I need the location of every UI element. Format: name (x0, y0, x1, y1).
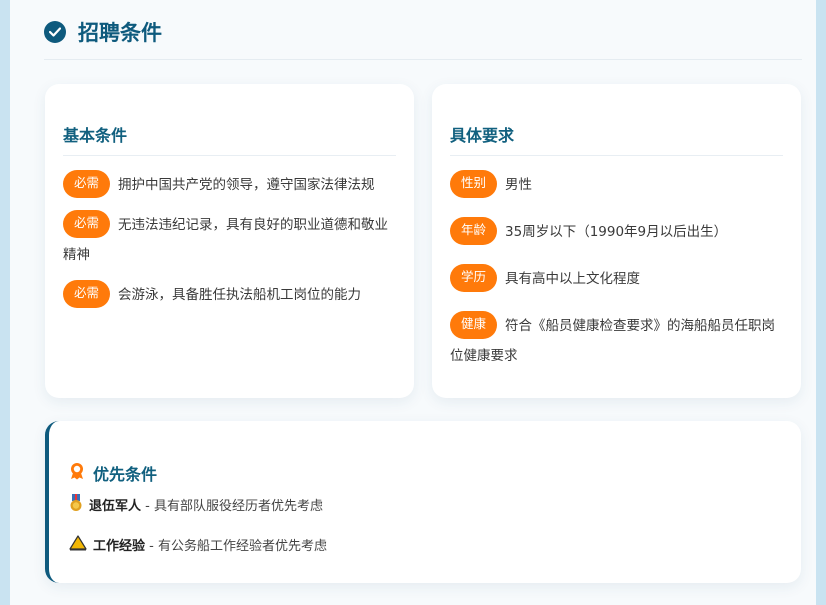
list-item: 必需 无违法违纪记录，具有良好的职业道德和敬业精神 (63, 210, 396, 270)
specific-requirements-card: 具体要求 性别 男性 年龄 35周岁以下（1990年9月以后出生） 学历 具有高中以上… (432, 84, 801, 398)
list-item: 必需 会游泳，具备胜任执法船机工岗位的能力 (63, 280, 396, 310)
list-item: 年龄 35周岁以下（1990年9月以后出生） (450, 217, 783, 247)
list-item: 学历 具有高中以上文化程度 (450, 264, 783, 294)
age-badge: 年龄 (450, 217, 498, 245)
list-item: 性别 男性 (450, 170, 783, 200)
check-circle-icon (44, 20, 66, 43)
list-item: 健康 符合《船员健康检查要求》的海船船员任职岗位健康要求 (450, 311, 783, 371)
basic-conditions-list: 必需 拥护中国共产党的领导，遵守国家法律法规 必需 无违法违纪记录，具有良好的职业道… (63, 170, 396, 310)
required-badge: 必需 (63, 210, 111, 238)
priority-label: 工作经验 (93, 539, 146, 554)
item-text: 会游泳，具备胜任执法船机工岗位的能力 (118, 287, 362, 303)
specific-requirements-title: 具体要求 (450, 126, 515, 145)
list-item: 退伍军人 - 具有部队服役经历者优先考虑 (69, 494, 327, 520)
award-icon (69, 462, 85, 484)
priority-label: 退伍军人 (89, 499, 142, 514)
item-text: - 有公务船工作经验者优先考虑 (145, 539, 327, 554)
gender-badge: 性别 (450, 170, 498, 198)
required-badge: 必需 (63, 170, 111, 198)
item-text: 35周岁以下（1990年9月以后出生） (505, 224, 728, 240)
required-badge: 必需 (63, 280, 111, 308)
divider (63, 155, 396, 156)
list-item: 必需 拥护中国共产党的领导，遵守国家法律法规 (63, 170, 396, 200)
item-text: 男性 (505, 177, 533, 193)
section-header: 招聘条件 (44, 14, 802, 60)
health-badge: 健康 (450, 311, 498, 339)
specific-requirements-list: 性别 男性 年龄 35周岁以下（1990年9月以后出生） 学历 具有高中以上文化程度 … (450, 170, 783, 371)
priority-conditions-card: 优先条件 退伍军人 - 具有部队服役经历者优先考虑 工作经验 - 有公务船工作经… (45, 421, 801, 583)
priority-list: 退伍军人 - 具有部队服役经历者优先考虑 工作经验 - 有公务船工作经验者优先考… (69, 494, 327, 574)
content-panel: 招聘条件 基本条件 必需 拥护中国共产党的领导，遵守国家法律法规 必需 无违法违纪记… (10, 0, 816, 605)
item-text: 无违法违纪记录，具有良好的职业道德和敬业精神 (63, 217, 389, 263)
education-badge: 学历 (450, 264, 498, 292)
item-text: 具有高中以上文化程度 (505, 271, 641, 287)
item-text: 拥护中国共产党的领导，遵守国家法律法规 (118, 177, 375, 193)
priority-title: 优先条件 (93, 465, 158, 484)
section-title: 招聘条件 (78, 20, 162, 45)
item-text: - 具有部队服役经历者优先考虑 (141, 499, 323, 514)
medal-icon (69, 494, 83, 520)
basic-conditions-title: 基本条件 (63, 126, 128, 145)
divider (450, 155, 783, 156)
item-text: 符合《船员健康检查要求》的海船船员任职岗位健康要求 (450, 318, 776, 364)
priority-header: 优先条件 (69, 461, 157, 485)
list-item: 工作经验 - 有公务船工作经验者优先考虑 (69, 535, 327, 559)
warning-icon (69, 535, 87, 559)
basic-conditions-card: 基本条件 必需 拥护中国共产党的领导，遵守国家法律法规 必需 无违法违纪记录，具有良… (45, 84, 414, 398)
